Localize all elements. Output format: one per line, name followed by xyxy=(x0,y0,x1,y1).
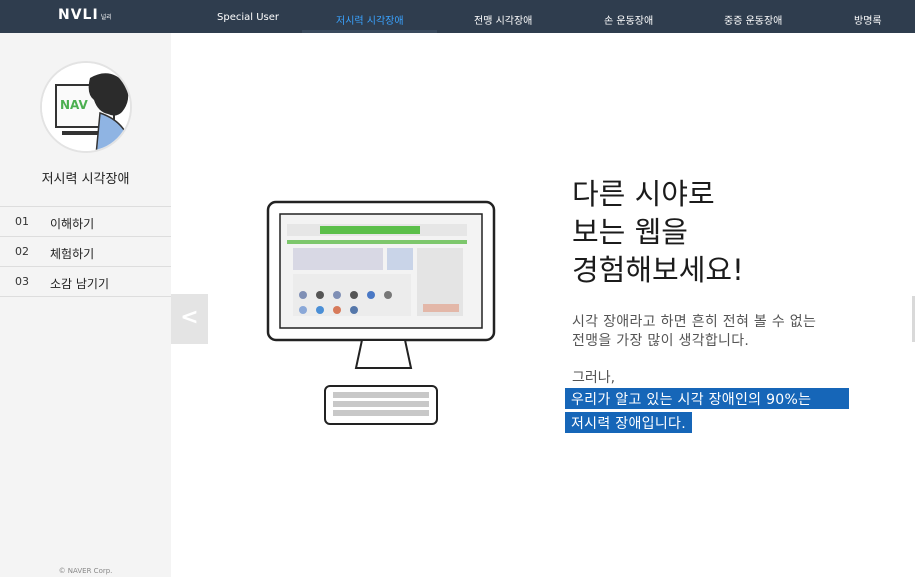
sidebar-title: 저시력 시각장애 xyxy=(41,172,130,187)
monitor-illustration xyxy=(265,200,500,430)
sidebar-menu: 01 이해하기 02 체험하기 03 소감 남기기 xyxy=(0,206,171,297)
headline: 다른 시야로 보는 웹을 경험해보세요! xyxy=(572,177,744,287)
active-nav-indicator xyxy=(302,30,437,33)
menu-number: 01 xyxy=(15,215,29,228)
prev-slide-button[interactable]: < xyxy=(171,294,208,344)
avatar-text: NAV xyxy=(60,98,89,112)
nav-guestbook[interactable]: 방명록 xyxy=(854,12,882,27)
sidebar: NAV 저시력 시각장애 01 이해하기 02 체험하기 03 소감 남기기 ©… xyxy=(0,33,171,577)
description: 시각 장애라고 하면 흔히 전혀 볼 수 없는 전맹을 가장 많이 생각합니다. xyxy=(572,314,817,349)
highlight-statement: 저시력 장애입니다. xyxy=(565,412,692,433)
menu-number: 03 xyxy=(15,275,29,288)
top-navigation-bar: NVLI 널리 Special User 저시력 시각장애 전맹 시각장애 손 운… xyxy=(0,0,915,33)
copyright: © NAVER Corp. xyxy=(58,567,113,575)
sidebar-item-understand[interactable]: 01 이해하기 xyxy=(0,207,171,237)
nav-hand-motor[interactable]: 손 운동장애 xyxy=(604,12,653,27)
menu-number: 02 xyxy=(15,245,29,258)
nvli-logo[interactable]: NVLI 널리 xyxy=(58,7,112,23)
menu-label: 소감 남기기 xyxy=(50,277,110,291)
sidebar-item-feedback[interactable]: 03 소감 남기기 xyxy=(0,267,171,297)
however-text: 그러나, xyxy=(572,370,616,386)
chevron-left-icon: < xyxy=(180,305,199,330)
nav-total-blindness[interactable]: 전맹 시각장애 xyxy=(474,12,532,27)
menu-label: 체험하기 xyxy=(50,247,95,261)
menu-label: 이해하기 xyxy=(50,217,95,231)
sidebar-item-experience[interactable]: 02 체험하기 xyxy=(0,237,171,267)
nav-low-vision[interactable]: 저시력 시각장애 xyxy=(336,12,404,27)
avatar: NAV xyxy=(40,61,132,153)
nav-special-user[interactable]: Special User xyxy=(217,12,279,23)
highlight-statement: 우리가 알고 있는 시각 장애인의 90%는 xyxy=(565,388,849,409)
nav-severe-motor[interactable]: 중증 운동장애 xyxy=(724,12,782,27)
